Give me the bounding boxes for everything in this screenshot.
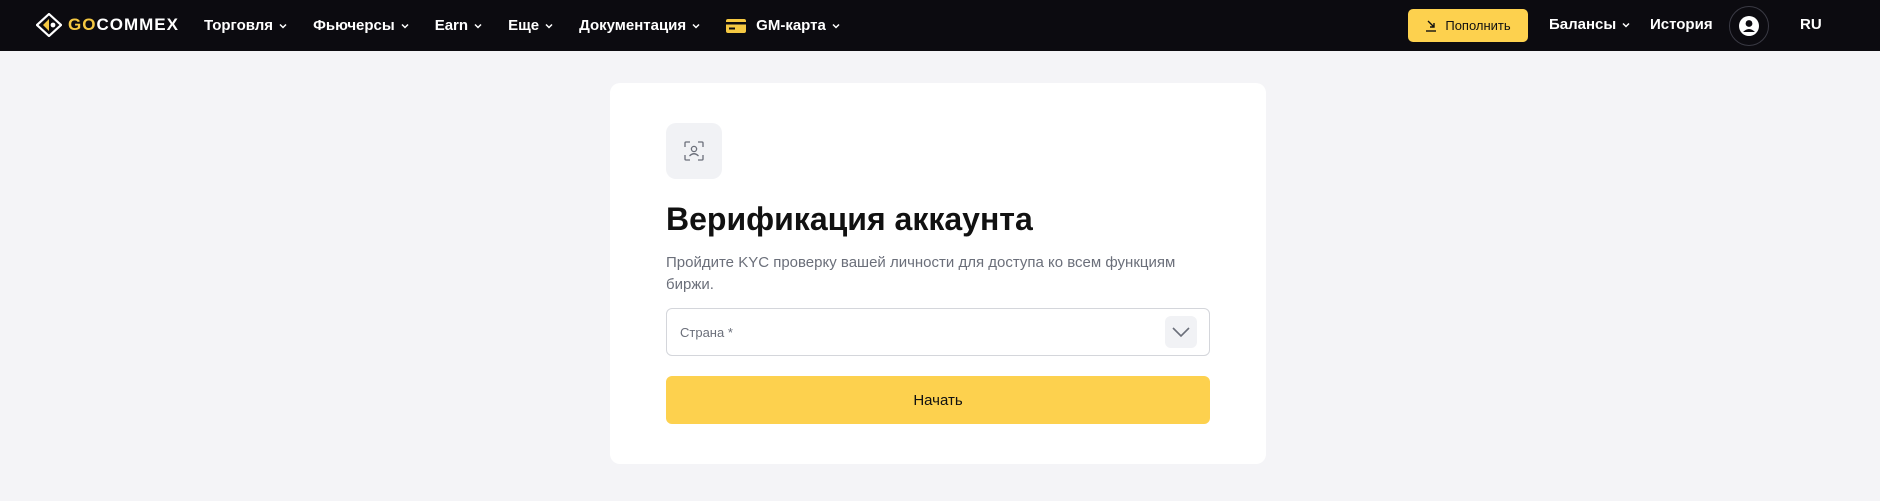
chevron-down-icon: [692, 23, 700, 29]
nav-docs[interactable]: Документация: [579, 17, 700, 34]
nav-earn-label: Earn: [434, 17, 469, 34]
balances-menu[interactable]: Балансы: [1549, 16, 1630, 33]
language-selector[interactable]: RU: [1800, 16, 1822, 33]
history-link[interactable]: История: [1650, 16, 1713, 33]
page-subtitle: Пройдите KYC проверку вашей личности для…: [666, 254, 1176, 293]
country-label: Страна *: [680, 325, 733, 340]
nav-futures[interactable]: Фьючерсы: [313, 17, 409, 34]
card-icon: [726, 18, 747, 33]
start-button[interactable]: Начать: [666, 376, 1210, 424]
logo-text-go: GO: [68, 15, 97, 34]
top-navbar: GOCOMMEX Торговля Фьючерсы Earn Еще Доку…: [0, 0, 1880, 51]
deposit-button[interactable]: Пополнить: [1408, 9, 1528, 42]
face-scan-icon: [666, 123, 722, 179]
country-select[interactable]: Страна *: [666, 308, 1210, 356]
nav-more[interactable]: Еще: [508, 17, 553, 34]
chevron-down-icon: [832, 23, 840, 29]
nav-futures-label: Фьючерсы: [313, 17, 395, 34]
nav-more-label: Еще: [508, 17, 540, 34]
kyc-card: Верификация аккаунта Пройдите KYC провер…: [610, 83, 1266, 464]
profile-button[interactable]: [1729, 6, 1769, 46]
balances-label: Балансы: [1549, 16, 1617, 33]
logo-text-commex: COMMEX: [96, 15, 179, 34]
logo[interactable]: GOCOMMEX: [36, 12, 179, 38]
chevron-down-icon: [545, 23, 553, 29]
nav-trading[interactable]: Торговля: [204, 17, 287, 34]
nav-trading-label: Торговля: [204, 17, 274, 34]
nav-gm-card-label: GM-карта: [756, 17, 826, 34]
deposit-label: Пополнить: [1445, 18, 1511, 33]
chevron-down-icon: [279, 23, 287, 29]
main-nav: Торговля Фьючерсы Earn Еще Документация …: [204, 0, 866, 51]
chevron-down-icon: [474, 23, 482, 29]
chevron-down-icon: [1172, 327, 1190, 338]
select-toggle[interactable]: [1165, 316, 1197, 348]
nav-earn[interactable]: Earn: [435, 17, 482, 34]
logo-icon: [36, 13, 62, 37]
download-icon: [1426, 20, 1437, 32]
nav-docs-label: Документация: [579, 17, 687, 34]
chevron-down-icon: [1622, 22, 1630, 28]
page-title: Верификация аккаунта: [666, 201, 1033, 237]
user-icon: [1739, 16, 1759, 36]
nav-gm-card[interactable]: GM-карта: [726, 17, 840, 34]
chevron-down-icon: [401, 23, 409, 29]
